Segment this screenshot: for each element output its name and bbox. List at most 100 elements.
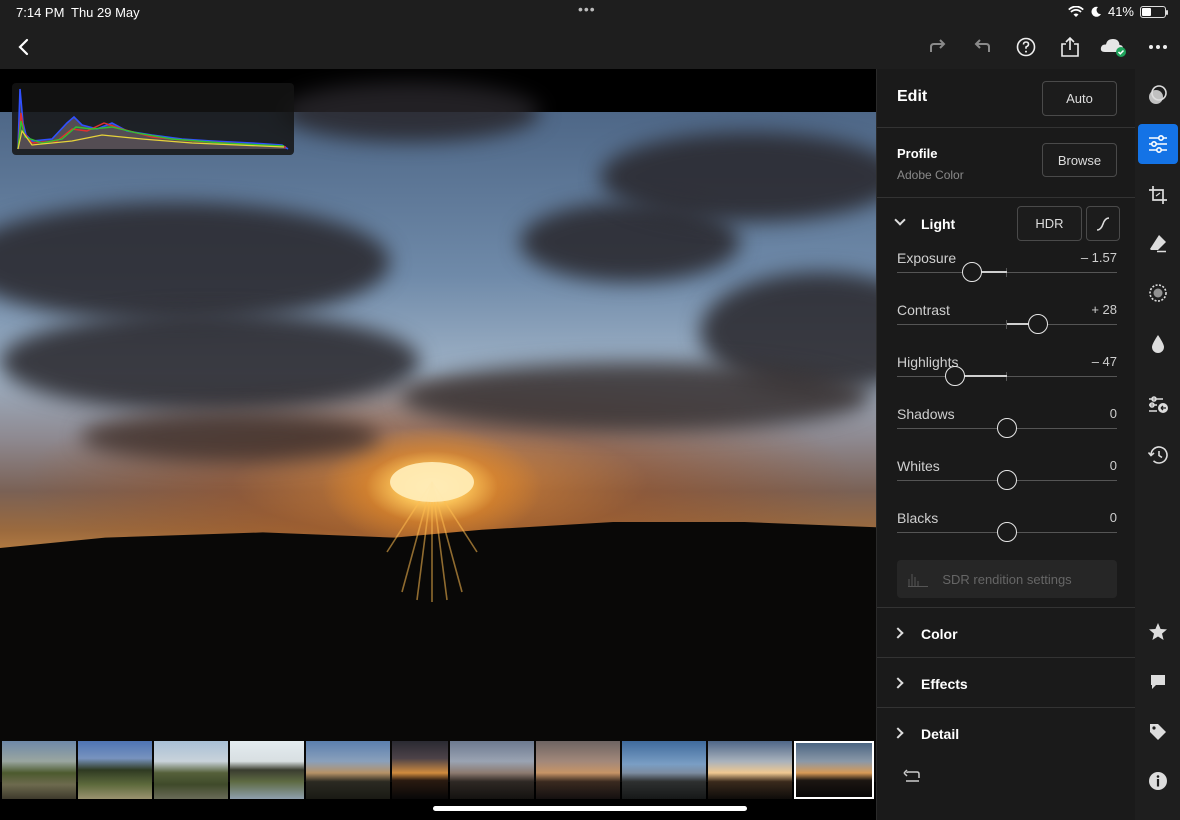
slider-knob[interactable] xyxy=(962,262,983,282)
slider-knob[interactable] xyxy=(997,418,1017,438)
comment-tool[interactable] xyxy=(1138,662,1178,702)
slider-label: Whites xyxy=(897,458,940,474)
filmstrip-thumb-selected[interactable] xyxy=(794,741,874,799)
cloud-synced-icon xyxy=(1100,39,1126,57)
chevron-right-icon xyxy=(892,627,904,639)
multitasking-dots-icon[interactable]: ••• xyxy=(578,1,596,17)
redo-button[interactable] xyxy=(923,32,953,62)
filmstrip-thumb[interactable] xyxy=(2,741,76,799)
profile-label: Profile xyxy=(897,146,938,161)
presets-icon xyxy=(1149,85,1167,104)
slider-knob[interactable] xyxy=(1027,314,1048,334)
filmstrip-thumb[interactable] xyxy=(154,741,228,799)
undo-icon xyxy=(974,39,990,52)
battery-icon xyxy=(1140,5,1168,18)
tool-rail xyxy=(1135,69,1180,820)
effects-section-header[interactable]: Effects xyxy=(921,676,968,692)
help-button[interactable] xyxy=(1011,32,1041,62)
edit-panel: Edit Auto Profile Adobe Color Browse Lig… xyxy=(876,69,1136,820)
histogram[interactable] xyxy=(12,83,294,155)
rating-tool[interactable] xyxy=(1138,612,1178,652)
slider-label: Contrast xyxy=(897,302,950,318)
status-right: 41% xyxy=(1068,4,1168,19)
healing-eraser-icon xyxy=(1150,235,1166,253)
tone-curve-button[interactable] xyxy=(1086,206,1120,241)
light-section-header[interactable]: Light xyxy=(921,216,955,232)
reset-icon xyxy=(903,769,920,782)
hdr-button[interactable]: HDR xyxy=(1017,206,1082,241)
versions-icon xyxy=(1149,396,1168,413)
slider-knob[interactable] xyxy=(997,522,1017,542)
healing-tool[interactable] xyxy=(1138,223,1178,263)
sdr-rendition-button[interactable]: SDR rendition settings xyxy=(897,560,1117,598)
profile-section: Profile Adobe Color Browse xyxy=(877,128,1136,198)
versions-tool[interactable] xyxy=(1138,385,1178,425)
slider-track[interactable] xyxy=(897,272,1117,273)
color-section-header[interactable]: Color xyxy=(921,626,958,642)
slider-highlights[interactable]: Highlights – 47 xyxy=(897,354,1117,394)
slider-contrast[interactable]: Contrast + 28 xyxy=(897,302,1117,342)
share-button[interactable] xyxy=(1055,32,1085,62)
sun-rays xyxy=(386,462,478,602)
histogram-graph xyxy=(17,88,289,150)
slider-value[interactable]: + 28 xyxy=(1091,302,1117,317)
slider-value[interactable]: – 1.57 xyxy=(1081,250,1117,265)
slider-blacks[interactable]: Blacks 0 xyxy=(897,510,1117,550)
crop-tool[interactable] xyxy=(1138,175,1178,215)
slider-value[interactable]: 0 xyxy=(1110,510,1117,525)
keyword-tool[interactable] xyxy=(1138,712,1178,752)
home-indicator[interactable] xyxy=(433,806,747,811)
history-icon xyxy=(1147,446,1168,464)
slider-value[interactable]: 0 xyxy=(1110,406,1117,421)
optics-drop-icon xyxy=(1152,335,1164,353)
top-toolbar xyxy=(0,24,1180,69)
auto-button[interactable]: Auto xyxy=(1042,81,1117,116)
slider-whites[interactable]: Whites 0 xyxy=(897,458,1117,498)
info-tool[interactable] xyxy=(1138,761,1178,801)
slider-shadows[interactable]: Shadows 0 xyxy=(897,406,1117,446)
browse-button[interactable]: Browse xyxy=(1042,143,1117,177)
cloud-sync-button[interactable] xyxy=(1098,32,1128,62)
chevron-down-icon[interactable] xyxy=(894,214,906,226)
photo-canvas[interactable] xyxy=(0,69,876,820)
effects-section[interactable]: Effects xyxy=(877,658,1136,708)
edit-header: Edit Auto xyxy=(877,69,1136,128)
filmstrip-thumb[interactable] xyxy=(536,741,620,799)
tag-icon xyxy=(1150,724,1166,740)
slider-label: Blacks xyxy=(897,510,939,526)
color-section[interactable]: Color xyxy=(877,608,1136,658)
filmstrip[interactable] xyxy=(0,741,876,799)
slider-knob[interactable] xyxy=(997,470,1017,490)
history-tool[interactable] xyxy=(1138,435,1178,475)
filmstrip-thumb[interactable] xyxy=(78,741,152,799)
optics-tool[interactable] xyxy=(1138,324,1178,364)
slider-value[interactable]: – 47 xyxy=(1092,354,1117,369)
chevron-left-icon xyxy=(18,38,29,56)
undo-button[interactable] xyxy=(967,32,997,62)
filmstrip-thumb[interactable] xyxy=(622,741,706,799)
slider-exposure[interactable]: Exposure – 1.57 xyxy=(897,250,1117,290)
filmstrip-thumb[interactable] xyxy=(230,741,304,799)
battery-percent: 41% xyxy=(1107,4,1134,19)
masking-tool[interactable] xyxy=(1138,273,1178,313)
curve-icon xyxy=(1096,216,1110,231)
detail-section[interactable]: Detail xyxy=(877,708,1136,758)
filmstrip-thumb[interactable] xyxy=(708,741,792,799)
edit-tool[interactable] xyxy=(1138,124,1178,164)
chevron-right-icon xyxy=(892,677,904,689)
slider-track[interactable] xyxy=(897,376,1117,377)
presets-tool[interactable] xyxy=(1138,75,1178,115)
slider-value[interactable]: 0 xyxy=(1110,458,1117,473)
main-photo[interactable] xyxy=(0,82,876,782)
slider-label: Exposure xyxy=(897,250,957,266)
profile-value[interactable]: Adobe Color xyxy=(897,168,964,182)
reset-button[interactable] xyxy=(903,769,921,788)
slider-knob[interactable] xyxy=(945,366,966,386)
back-button[interactable] xyxy=(8,32,38,62)
more-button[interactable] xyxy=(1143,32,1173,62)
detail-section-header[interactable]: Detail xyxy=(921,726,959,742)
wifi-icon xyxy=(1068,5,1084,17)
filmstrip-thumb[interactable] xyxy=(392,741,448,799)
filmstrip-thumb[interactable] xyxy=(450,741,534,799)
filmstrip-thumb[interactable] xyxy=(306,741,390,799)
